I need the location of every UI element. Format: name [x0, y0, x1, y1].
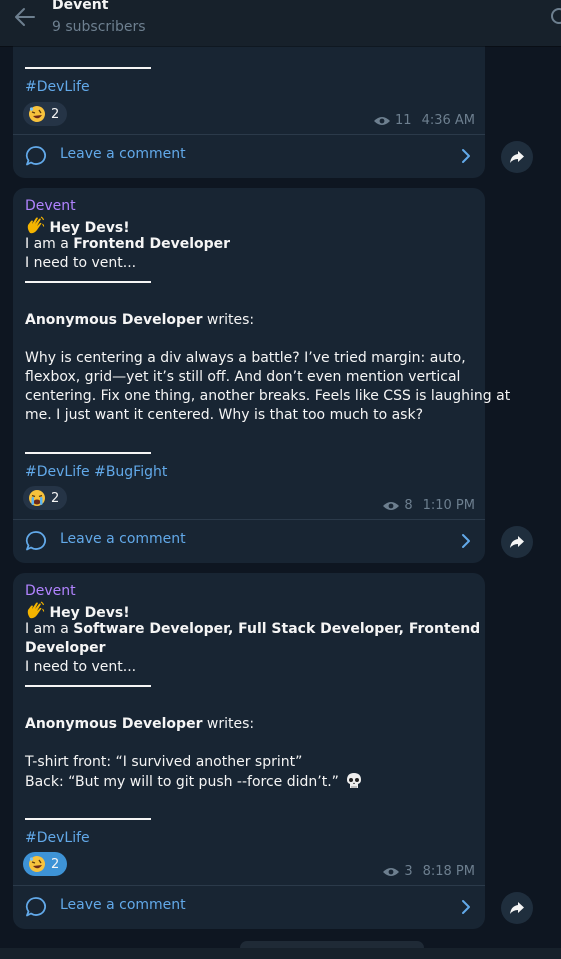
share-icon [510, 902, 524, 914]
divider [13, 519, 485, 520]
divider [25, 67, 151, 69]
author-line: Anonymous Developer writes: [25, 715, 254, 734]
developer-role-continued: Developer [25, 640, 106, 656]
chevron-right-icon [462, 900, 470, 914]
leave-comment-button[interactable]: Leave a comment [13, 521, 485, 561]
eye-icon [383, 501, 400, 510]
hashtags[interactable]: #DevLife [25, 78, 90, 97]
hashtags[interactable]: #DevLife #BugFight [25, 463, 167, 482]
leave-comment-button[interactable]: Leave a comment [13, 136, 485, 176]
intro-line: I am a Frontend Developer [25, 235, 230, 254]
search-icon[interactable] [547, 4, 561, 28]
leave-comment-button[interactable]: Leave a comment [13, 887, 485, 927]
composer-bar [0, 948, 561, 959]
developer-role: Frontend Developer [73, 236, 231, 252]
reaction-count: 2 [51, 106, 60, 122]
body-line: T-shirt front: “I survived another sprin… [25, 754, 303, 770]
message-bubble: #DevLife 2 11 4:36 AM Leave a comment [13, 30, 485, 178]
share-button[interactable] [501, 526, 533, 558]
writes-text: writes: [202, 716, 255, 732]
developer-role: Software Developer, Full Stack Developer… [73, 621, 481, 637]
body-line: me. I just want it centered. Why is that… [25, 407, 424, 423]
body-line: centering. Fix one thing, another breaks… [25, 388, 511, 404]
vent-line: I need to vent... [25, 659, 137, 675]
message-bubble: Devent Hey Devs! I am a Frontend Develop… [13, 188, 510, 563]
reaction-badge[interactable]: 2 [23, 486, 67, 510]
writes-text: writes: [202, 312, 255, 328]
message-time: 8:18 PM [422, 864, 475, 879]
crying-face-icon [29, 490, 45, 506]
share-button[interactable] [501, 892, 533, 924]
message-meta: 3 8:18 PM [382, 864, 475, 879]
eye-icon [374, 116, 391, 125]
hashtags[interactable]: #DevLife [25, 829, 90, 848]
reaction-badge[interactable]: 2 [23, 852, 67, 876]
intro-line-continued: Developer [25, 639, 106, 658]
divider [13, 885, 485, 886]
greeting-text: Hey Devs! [49, 220, 130, 236]
comment-icon [25, 531, 46, 551]
view-count: 3 [404, 864, 413, 879]
reaction-count: 2 [51, 856, 60, 872]
message-meta: 8 1:10 PM [382, 498, 475, 513]
message-bubble: Devent Hey Devs! I am a Software Develop… [13, 573, 485, 929]
share-button[interactable] [501, 141, 533, 173]
leave-comment-label: Leave a comment [60, 531, 186, 547]
chevron-right-icon [462, 534, 470, 548]
eye-icon [383, 867, 400, 876]
greeting-text: Hey Devs! [49, 605, 130, 621]
view-count: 11 [395, 113, 412, 128]
author-line: Anonymous Developer writes: [25, 311, 254, 330]
back-arrow-icon[interactable] [12, 4, 38, 30]
sender-name[interactable]: Devent [25, 582, 76, 601]
divider [13, 134, 485, 135]
waving-hand-icon [27, 216, 45, 234]
comment-icon [25, 146, 46, 166]
intro-prefix: I am a [25, 236, 74, 252]
divider [25, 818, 151, 820]
body-line: Why is centering a div always a battle? … [25, 350, 466, 366]
intro-line: I am a Software Developer, Full Stack De… [25, 620, 480, 639]
reaction-count: 2 [51, 490, 60, 506]
reaction-badge[interactable]: 2 [23, 102, 67, 126]
subscriber-count: 9 subscribers [52, 19, 146, 35]
message-time: 4:36 AM [421, 113, 475, 128]
waving-hand-icon [27, 601, 45, 619]
share-icon [510, 536, 524, 548]
author-name: Anonymous Developer [25, 312, 203, 328]
leave-comment-label: Leave a comment [60, 897, 186, 913]
skull-icon [347, 773, 362, 788]
vent-line: I need to vent... [25, 255, 137, 271]
divider [25, 685, 151, 687]
chevron-right-icon [462, 149, 470, 163]
comment-icon [25, 897, 46, 917]
share-icon [510, 151, 524, 163]
body-line: flexbox, grid—yet it’s still off. And do… [25, 369, 461, 385]
divider [25, 452, 151, 454]
body-line-text: Back: “But my will to git push --force d… [25, 774, 339, 790]
divider [25, 281, 151, 283]
author-name: Anonymous Developer [25, 716, 203, 732]
rofl-face-icon [29, 856, 45, 872]
body-line: Back: “But my will to git push --force d… [25, 772, 363, 792]
sender-name[interactable]: Devent [25, 197, 76, 216]
leave-comment-label: Leave a comment [60, 146, 186, 162]
view-count: 8 [404, 498, 413, 513]
channel-title[interactable]: Devent [52, 0, 108, 13]
rofl-face-icon [29, 106, 45, 122]
chat-header: Devent 9 subscribers [0, 0, 561, 46]
intro-prefix: I am a [25, 621, 74, 637]
message-meta: 11 4:36 AM [373, 113, 475, 128]
message-time: 1:10 PM [422, 498, 475, 513]
